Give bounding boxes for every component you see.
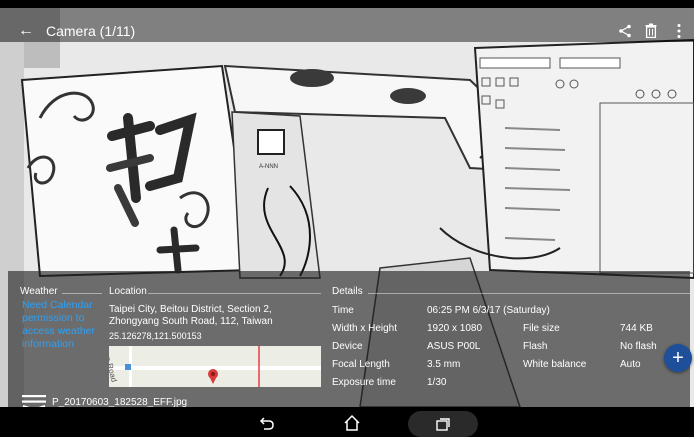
width-height-label: Width x Height	[332, 323, 398, 334]
nav-recents-icon[interactable]	[436, 418, 450, 431]
nav-back-icon[interactable]	[258, 415, 276, 431]
flash-value: No flash	[620, 341, 657, 352]
status-bar	[0, 0, 694, 8]
device-label: Device	[332, 341, 363, 352]
focal-length-label: Focal Length	[332, 359, 390, 370]
add-fab-button[interactable]: +	[664, 344, 692, 372]
weather-divider	[62, 293, 102, 294]
trash-icon[interactable]	[645, 23, 657, 38]
location-address: Taipei City, Beitou District, Section 2,…	[109, 304, 273, 327]
width-height-value: 1920 x 1080	[427, 323, 483, 334]
time-label: Time	[332, 305, 354, 316]
photo-info-panel: Weather Need Calendar permission to acce…	[8, 271, 690, 407]
more-vertical-icon[interactable]	[676, 23, 682, 39]
weather-heading: Weather	[20, 286, 58, 297]
exposure-time-value: 1/30	[427, 377, 447, 388]
share-icon[interactable]	[618, 24, 632, 38]
file-size-label: File size	[523, 323, 560, 334]
focal-length-value: 3.5 mm	[427, 359, 461, 370]
device-value: ASUS P00L	[427, 341, 481, 352]
nav-home-icon[interactable]	[343, 414, 361, 432]
location-coordinates: 25.126278,121.500153	[109, 331, 202, 341]
navigation-bar	[0, 407, 694, 437]
weather-permission-message[interactable]: Need Calendar permission to access weath…	[22, 299, 102, 351]
time-value: 06:25 PM 6/3/17 (Saturday)	[427, 305, 550, 316]
flash-label: Flash	[523, 341, 548, 352]
map-thumbnail[interactable]: ve Road	[109, 346, 321, 387]
white-balance-value: Auto	[620, 359, 641, 370]
top-app-bar: ← Camera (1/11)	[0, 8, 694, 42]
back-arrow-icon[interactable]: ←	[18, 23, 34, 39]
svg-text:A-NNN: A-NNN	[259, 164, 278, 170]
white-balance-label: White balance	[523, 359, 587, 370]
plus-icon: +	[672, 347, 684, 369]
page-title: Camera (1/11)	[46, 23, 136, 39]
details-heading: Details	[332, 286, 363, 297]
details-divider	[368, 293, 690, 294]
location-divider	[148, 293, 321, 294]
location-heading: Location	[109, 286, 147, 297]
file-size-value: 744 KB	[620, 323, 653, 334]
exposure-time-label: Exposure time	[332, 377, 396, 388]
